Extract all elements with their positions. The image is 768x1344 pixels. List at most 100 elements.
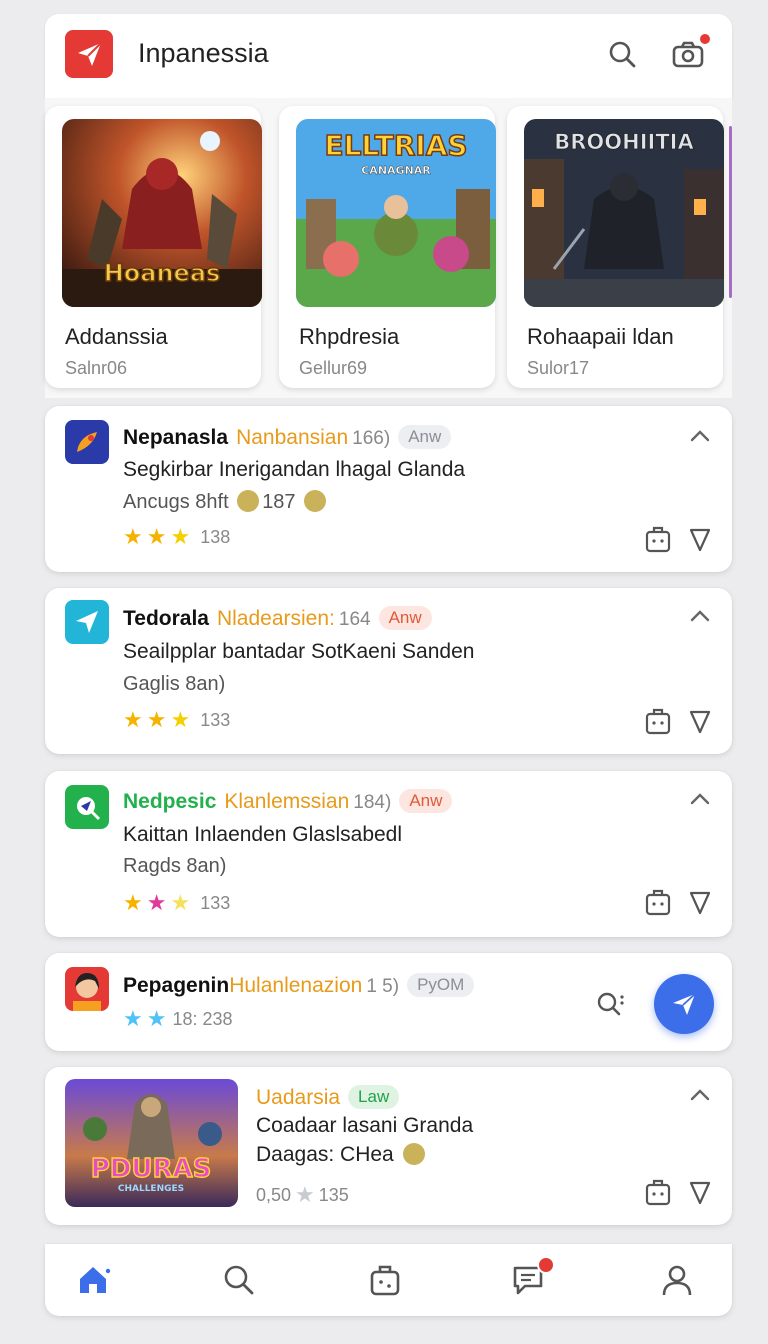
art-subtext: CHALLENGES (118, 1184, 184, 1194)
status-badge: PyOM (407, 973, 475, 997)
nav-profile[interactable] (657, 1260, 697, 1300)
app-header: Inpanessia (45, 14, 732, 98)
item-title: PepageninHulanlenazion 1 5) PyOM (123, 973, 475, 998)
send-button[interactable] (654, 974, 714, 1034)
rating: 0,50 ★ 135 (256, 1182, 349, 1207)
star-icon: ★ (123, 890, 143, 915)
star-icon: ★ (146, 890, 167, 915)
chevron-up-icon[interactable] (688, 787, 712, 811)
chevron-up-icon[interactable] (688, 604, 712, 628)
camera-icon[interactable] (668, 32, 712, 74)
featured-card[interactable]: Hoaneas Addanssia Salnr06 (45, 106, 262, 388)
featured-sub: Salnr06 (65, 358, 128, 378)
nav-messages[interactable] (509, 1256, 555, 1300)
next-card-peek (729, 126, 732, 298)
art-text: ELLTRIAS (324, 129, 467, 162)
item-meta: Gaglis 8an) (123, 673, 226, 695)
emoji-icon (304, 490, 327, 512)
star-icon: ★ (170, 524, 191, 549)
game-art: PDURAS CHALLENGES (65, 1079, 238, 1207)
item-description: Seailpplar bantadar SotKaeni Sanden (123, 640, 475, 663)
rating: ★ ★ 18: 238 (123, 1006, 233, 1031)
art-subtext: CANAGNAR (361, 164, 431, 177)
status-badge: Anw (378, 606, 432, 630)
nav-search[interactable] (219, 1260, 259, 1300)
share-icon[interactable] (644, 887, 672, 917)
featured-name: Rhpdresia (299, 324, 400, 349)
item-description: Segkirbar Inerigandan lhagal Glanda (123, 458, 466, 481)
star-icon: ★ (146, 1006, 167, 1031)
status-badge: Law (348, 1085, 400, 1109)
status-badge: Anw (398, 425, 452, 449)
app-logo (65, 30, 113, 78)
share-icon[interactable] (644, 524, 672, 554)
game-art: ELLTRIAS CANAGNAR (296, 119, 496, 307)
emoji-icon (402, 1143, 425, 1165)
status-badge: Anw (399, 789, 453, 813)
briefcase-icon (370, 1265, 400, 1296)
star-icon: ★ (146, 524, 167, 549)
rating: ★ ★ ★ 133 (123, 707, 231, 732)
down-triangle-icon[interactable] (686, 887, 714, 917)
app-icon (65, 967, 109, 1011)
rating: ★ ★ ★ 138 (123, 524, 231, 549)
item-description: Kaittan Inlaenden Glaslsabedl (123, 823, 403, 846)
art-text: Hoaneas (104, 259, 221, 287)
search-icon (224, 1265, 254, 1295)
app-title: Inpanessia (138, 38, 269, 68)
search-icon[interactable] (594, 989, 626, 1021)
game-art: Hoaneas (62, 119, 262, 307)
featured-card[interactable]: ELLTRIAS CANAGNAR Rhpdresia Gellur69 (279, 106, 496, 388)
item-title: Uadarsia Law (256, 1085, 400, 1110)
app-icon (65, 420, 109, 464)
home-icon (80, 1267, 111, 1293)
down-triangle-icon[interactable] (686, 1177, 714, 1207)
share-icon[interactable] (644, 1177, 672, 1207)
down-triangle-icon[interactable] (686, 706, 714, 736)
list-item[interactable]: Nedpesic Klanlemssian 184) Anw Kaittan Inla… (45, 771, 732, 937)
item-meta: Ancugs 8hft 187 (123, 490, 329, 514)
star-icon: ★ (170, 890, 191, 915)
featured-card[interactable]: BROOHIITIA Rohaapaii ldan Sulor17 (507, 106, 724, 388)
list-item[interactable]: PepageninHulanlenazion 1 5) PyOM ★ ★ 18: 23… (45, 953, 732, 1051)
down-triangle-icon[interactable] (686, 524, 714, 554)
list-item[interactable]: Tedorala Nladearsien: 164 Anw Seailpplar ba… (45, 588, 732, 754)
art-text: PDURAS (91, 1154, 212, 1184)
app-icon (65, 600, 109, 644)
featured-name: Addanssia (65, 324, 168, 349)
featured-sub: Gellur69 (299, 358, 368, 378)
featured-carousel[interactable]: Hoaneas Addanssia Salnr06 ELLTRIAS CANAG… (45, 98, 732, 398)
star-icon: ★ (146, 707, 167, 732)
send-icon (673, 993, 696, 1015)
nav-library[interactable] (365, 1260, 405, 1300)
list-item[interactable]: Nepanasla Nanbansian 166) Anw Segkirbar Ine… (45, 406, 732, 572)
item-title: Tedorala Nladearsien: 164 Anw (123, 606, 432, 631)
list-item[interactable]: PDURAS CHALLENGES Uadarsia Law Coadaar la… (45, 1067, 732, 1225)
item-description: Coadaar lasani Granda (256, 1114, 474, 1137)
featured-sub: Sulor17 (527, 358, 590, 378)
share-icon[interactable] (644, 706, 672, 736)
art-text: BROOHIITIA (554, 130, 694, 154)
item-title: Nepanasla Nanbansian 166) Anw (123, 425, 452, 450)
bottom-nav (45, 1244, 732, 1316)
item-title: Nedpesic Klanlemssian 184) Anw (123, 789, 453, 814)
emoji-icon (237, 490, 260, 512)
notification-dot (698, 32, 712, 46)
star-icon: ★ (295, 1182, 315, 1207)
item-meta: Ragds 8an) (123, 855, 227, 877)
star-icon: ★ (123, 524, 143, 549)
star-icon: ★ (123, 1006, 143, 1031)
notification-dot (537, 1256, 555, 1274)
app-icon (65, 785, 109, 829)
nav-home[interactable] (73, 1260, 113, 1300)
star-icon: ★ (123, 707, 143, 732)
chevron-up-icon[interactable] (688, 1083, 712, 1107)
chevron-up-icon[interactable] (688, 424, 712, 448)
rating: ★ ★ ★ 133 (123, 890, 231, 915)
item-meta: Daagas: CHea (256, 1143, 428, 1167)
profile-icon (662, 1265, 692, 1296)
star-icon: ★ (170, 707, 191, 732)
search-icon[interactable] (602, 34, 642, 74)
game-art: BROOHIITIA (524, 119, 724, 307)
featured-name: Rohaapaii ldan (527, 324, 674, 349)
